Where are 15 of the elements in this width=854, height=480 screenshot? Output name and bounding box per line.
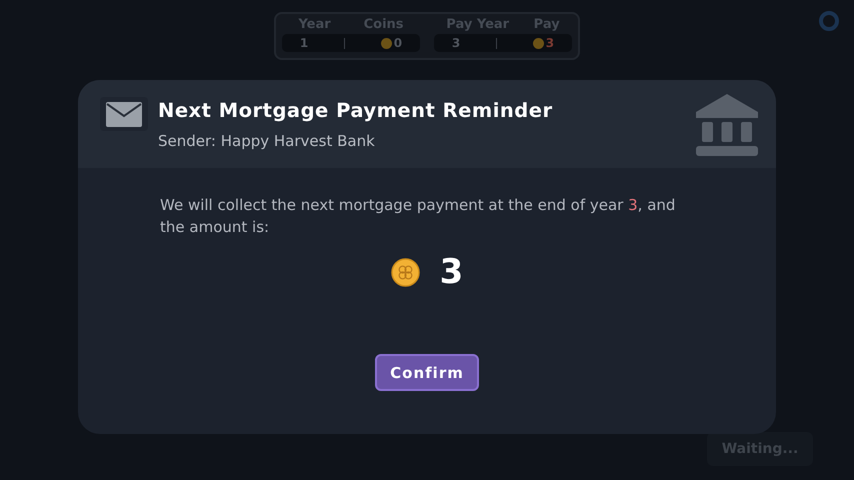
bank-icon <box>696 94 758 158</box>
status-value: 3 <box>546 36 554 50</box>
status-value: 0 <box>394 36 402 50</box>
confirm-button[interactable]: Confirm <box>375 354 479 391</box>
status-value: 1 <box>300 36 308 50</box>
message-text: We will collect the next mortgage payment at the end of year 3, and the amount is: <box>160 195 676 238</box>
coin-icon <box>532 38 544 48</box>
amount-value: 3 <box>440 252 464 292</box>
dialog-title: Next Mortgage Payment Reminder <box>158 99 554 122</box>
sender-text: Sender: Happy Harvest Bank <box>158 132 376 150</box>
settings-icon[interactable] <box>818 10 840 32</box>
envelope-icon <box>106 102 142 126</box>
coin-icon <box>380 38 392 48</box>
status-value: 3 <box>452 36 460 50</box>
coin-icon <box>390 258 420 286</box>
